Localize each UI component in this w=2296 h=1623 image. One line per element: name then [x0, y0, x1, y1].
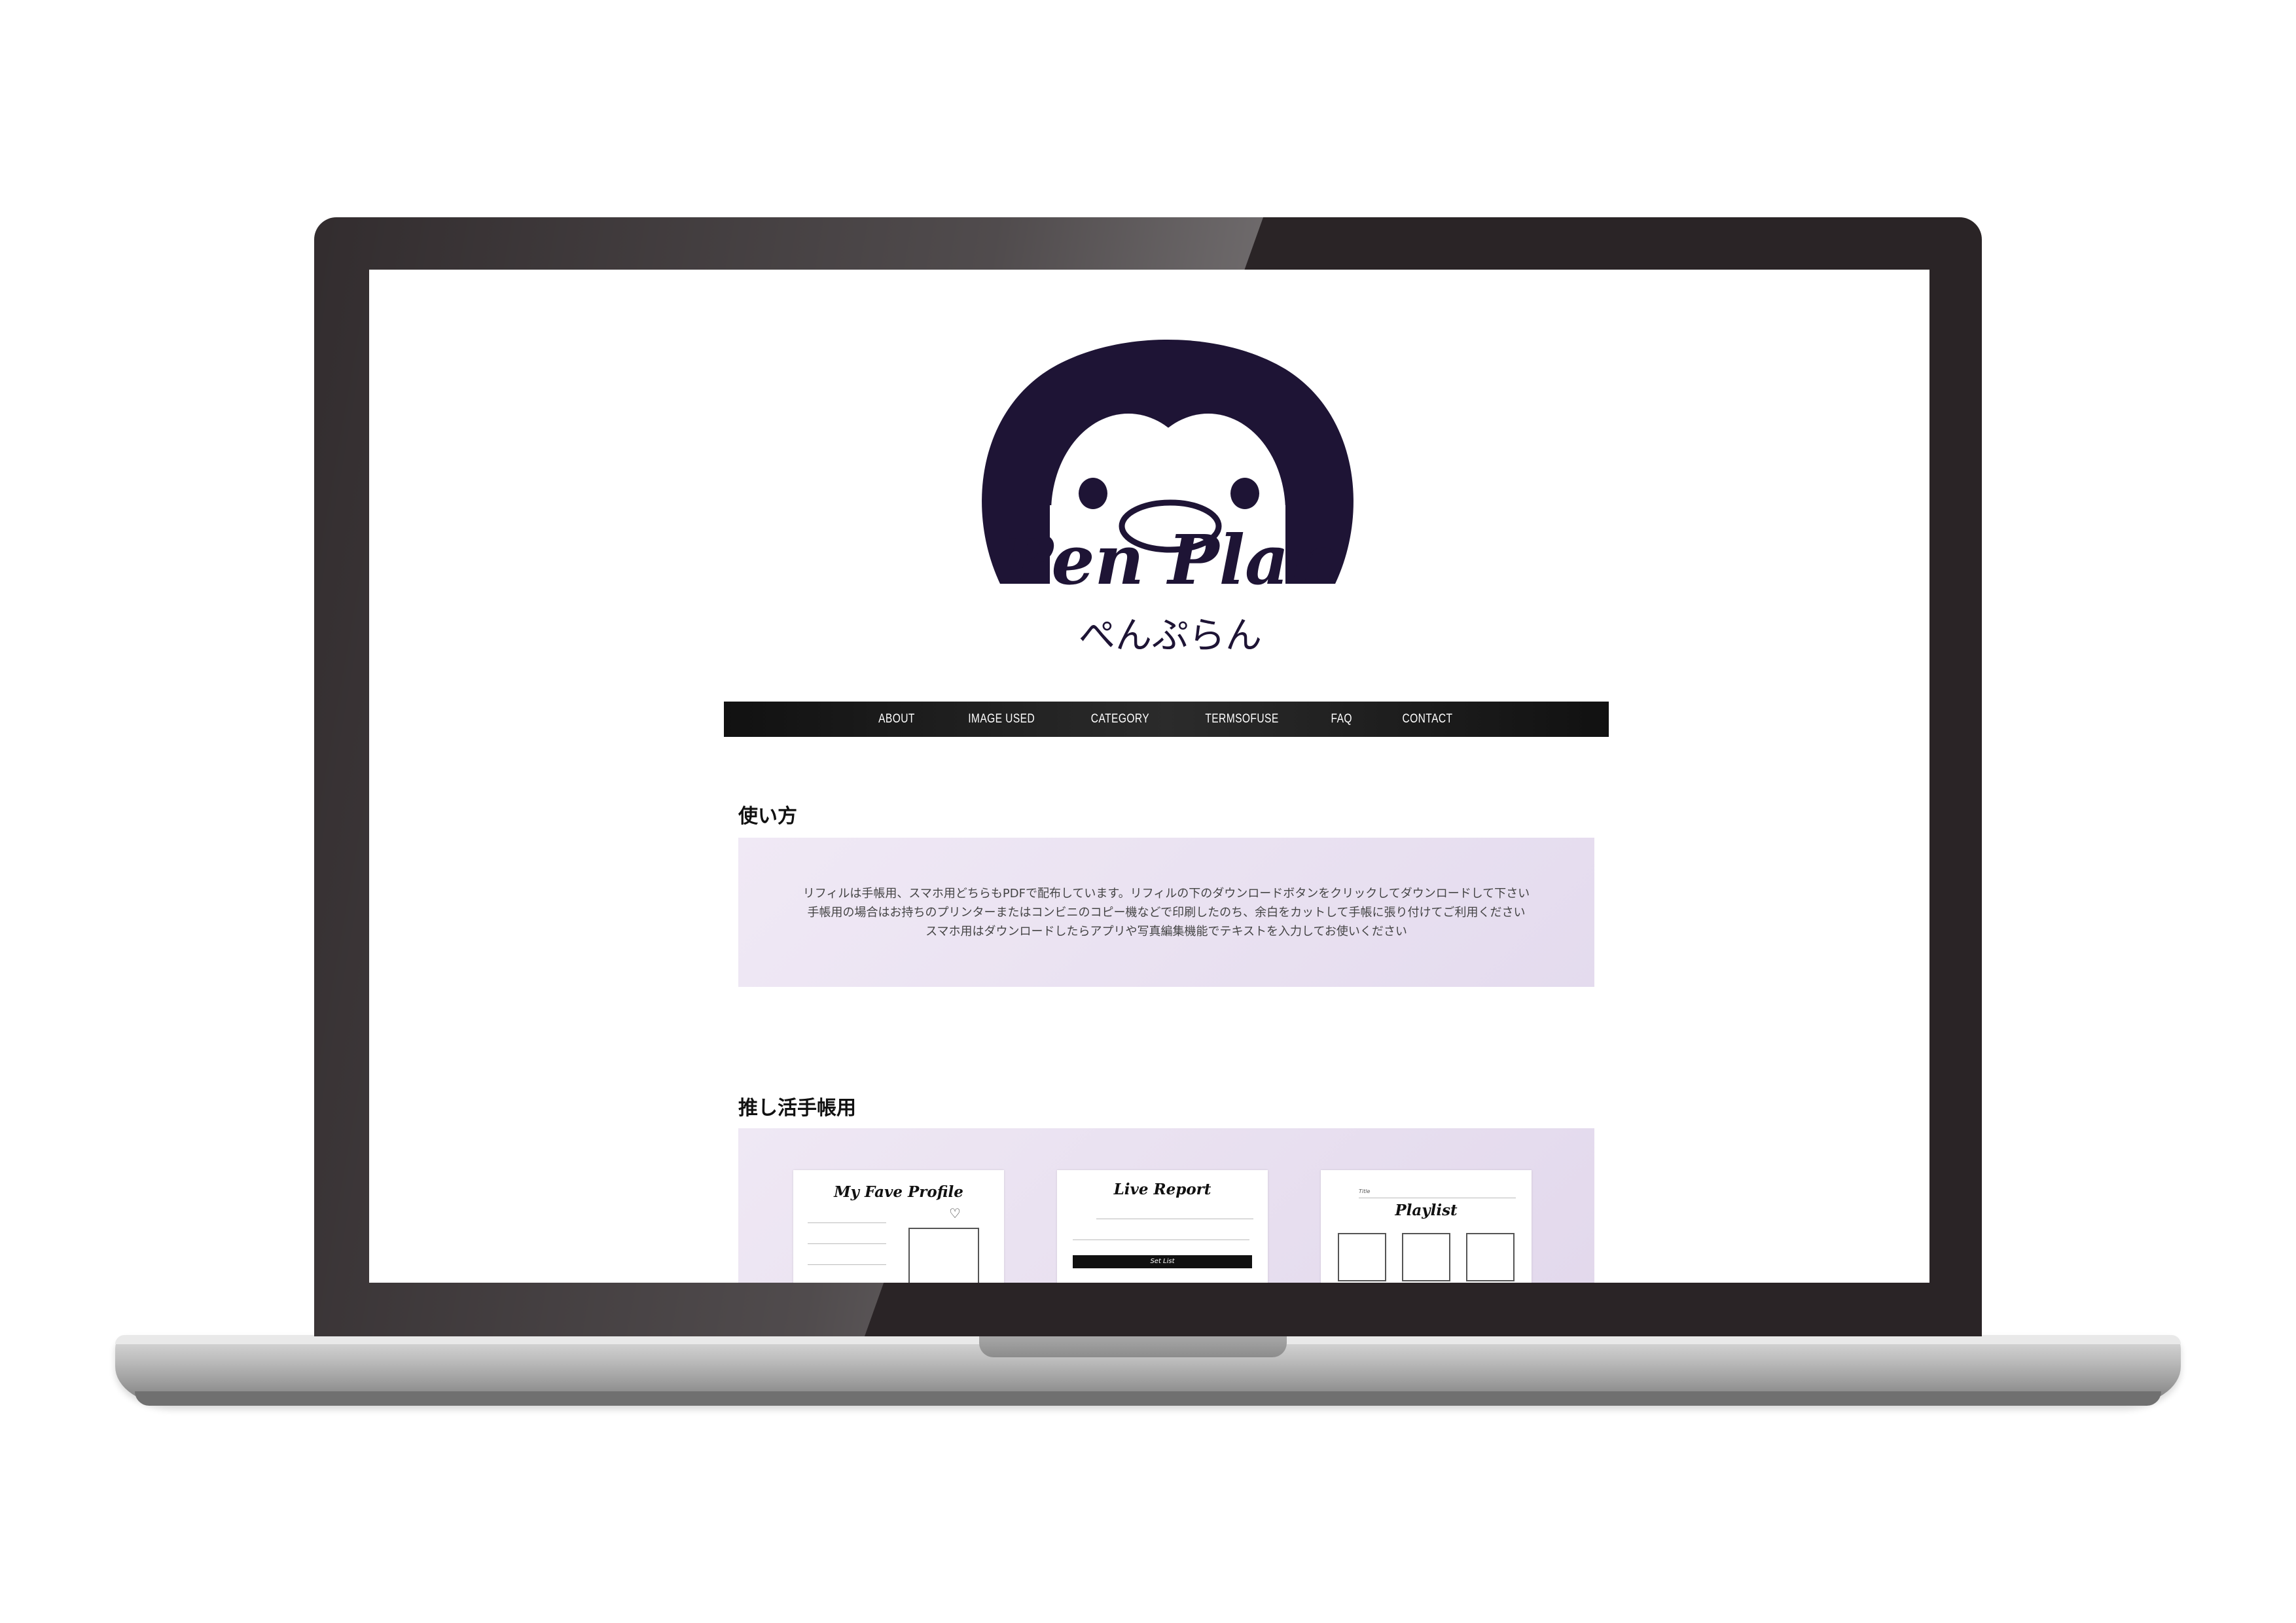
refill-card-playlist[interactable]: Title Playlist [1321, 1170, 1532, 1283]
nav-item-image-used[interactable]: IMAGE USED [968, 712, 1035, 726]
photo-frame [908, 1228, 979, 1283]
logo-text: Pen Plan [1000, 520, 1338, 600]
laptop-screen: Pen Plan ぺんぷらん ABOUT IMAGE USED CATEGORY… [369, 270, 1929, 1283]
main-nav: ABOUT IMAGE USED CATEGORY TERMSOFUSE FAQ… [724, 702, 1609, 737]
penguin-logo-icon: Pen Plan ぺんぷらん [982, 340, 1354, 657]
refill-card-live-report[interactable]: Live Report Set List [1057, 1170, 1268, 1283]
oshi-heading: 推し活手帳用 [738, 1097, 856, 1120]
card-title: Playlist [1395, 1202, 1458, 1219]
refill-card-profile[interactable]: My Fave Profile ♡ [793, 1170, 1004, 1283]
usage-heading: 使い方 [738, 805, 797, 828]
nav-item-terms[interactable]: TERMSOFUSE [1206, 712, 1279, 726]
nav-item-category[interactable]: CATEGORY [1090, 712, 1149, 726]
nav-item-contact[interactable]: CONTACT [1402, 712, 1452, 726]
card-title: My Fave Profile [834, 1183, 963, 1201]
refill-cards-area: My Fave Profile ♡ Live Report Set List T… [738, 1128, 1594, 1283]
heart-icon: ♡ [949, 1205, 961, 1221]
usage-line: スマホ用はダウンロードしたらアプリや写真編集機能でテキストを入力してお使いくださ… [925, 924, 1407, 938]
album-frame [1338, 1233, 1386, 1281]
form-line [808, 1243, 886, 1244]
site-logo[interactable]: Pen Plan ぺんぷらん [971, 315, 1364, 682]
laptop-notch [979, 1335, 1287, 1357]
setlist-bar: Set List [1073, 1255, 1252, 1268]
card-field-label: Title [1359, 1188, 1371, 1194]
nav-item-about[interactable]: ABOUT [878, 712, 915, 726]
usage-info-box: リフィルは手帳用、スマホ用どちらもPDFで配布しています。リフィルの下のダウンロ… [738, 838, 1594, 987]
form-line [808, 1264, 886, 1265]
form-line [808, 1222, 886, 1223]
album-frame [1402, 1233, 1450, 1281]
usage-line: 手帳用の場合はお持ちのプリンターまたはコンビニのコピー機などで印刷したのち、余白… [807, 905, 1526, 919]
nav-item-faq[interactable]: FAQ [1331, 712, 1352, 726]
album-frame [1466, 1233, 1515, 1281]
laptop-bezel: Pen Plan ぺんぷらん ABOUT IMAGE USED CATEGORY… [314, 217, 1982, 1336]
usage-line: リフィルは手帳用、スマホ用どちらもPDFで配布しています。リフィルの下のダウンロ… [802, 886, 1530, 901]
logo-subtext: ぺんぷらん [1079, 615, 1262, 657]
card-title: Live Report [1113, 1181, 1211, 1198]
